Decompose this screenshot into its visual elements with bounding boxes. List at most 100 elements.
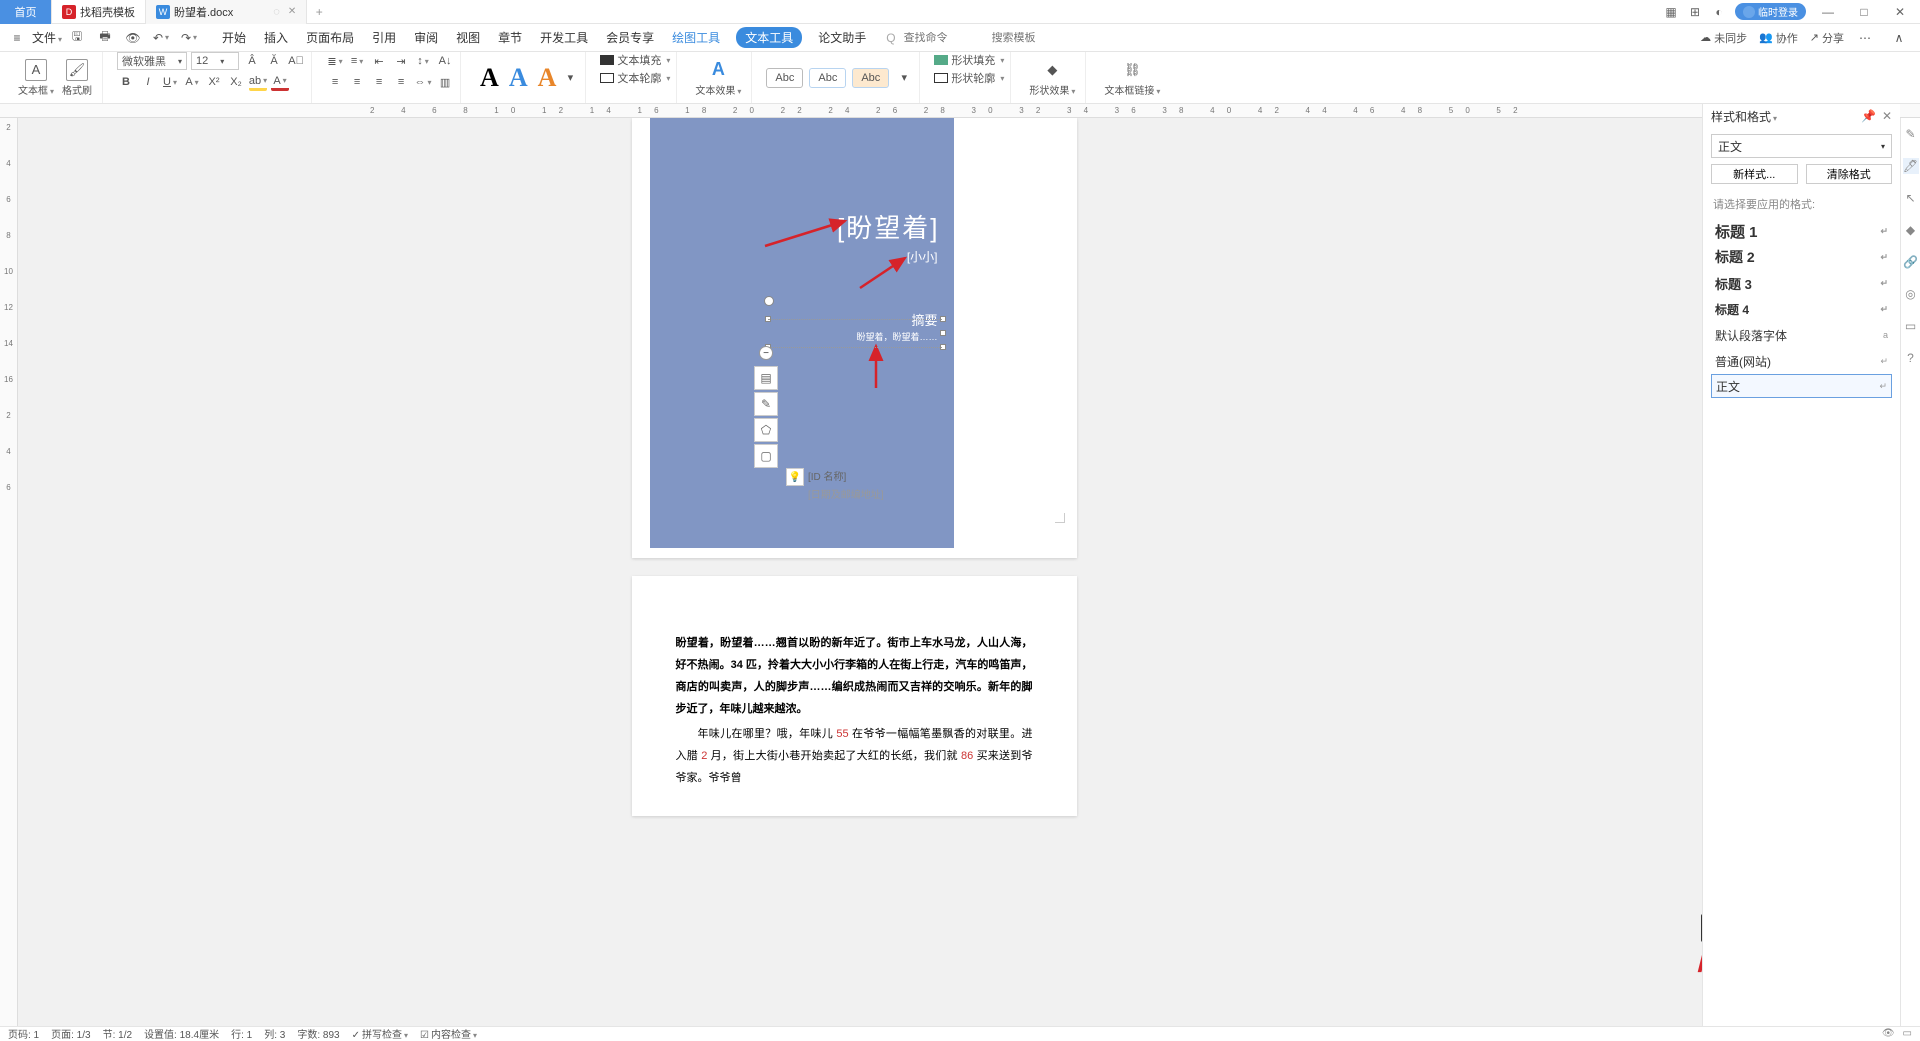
rotate-handle[interactable] — [764, 296, 774, 306]
format-painter-button[interactable]: 🖌格式刷 — [58, 59, 96, 97]
document-canvas[interactable]: [盼望着] [小小] 摘要 盼望着，盼望着…… — [18, 118, 1900, 1026]
style-default-font[interactable]: 默认段落字体a — [1711, 322, 1892, 348]
status-pageno[interactable]: 页码: 1 — [8, 1026, 39, 1041]
tab-dev[interactable]: 开发工具 — [538, 27, 590, 48]
status-section[interactable]: 节: 1/2 — [103, 1026, 132, 1041]
shape-tool-icon[interactable]: ⬠ — [754, 418, 778, 442]
font-size-select[interactable]: 12▾ — [191, 52, 239, 70]
tab-vip[interactable]: 会员专享 — [604, 27, 656, 48]
textbox-link-button[interactable]: ⛓文本框链接 — [1100, 59, 1164, 97]
style-normal-web[interactable]: 普通(网站)↵ — [1711, 348, 1892, 374]
rail-shape-icon[interactable]: ◆ — [1903, 222, 1919, 238]
status-page[interactable]: 页面: 1/3 — [51, 1026, 90, 1041]
rail-help-icon[interactable]: ? — [1903, 350, 1919, 366]
unsync-button[interactable]: ☁未同步 — [1700, 30, 1747, 46]
rail-select-icon[interactable]: 🖊 — [1903, 158, 1919, 174]
rail-link-icon[interactable]: 🔗 — [1903, 254, 1919, 270]
new-style-button[interactable]: 新样式... — [1711, 164, 1798, 184]
minimize-icon[interactable]: — — [1814, 3, 1842, 21]
line-spacing-icon[interactable]: ↕ — [414, 52, 432, 70]
shrink-font-icon[interactable]: Ă — [265, 52, 283, 70]
shape-style-1[interactable]: Abc — [766, 68, 803, 88]
grow-font-icon[interactable]: Â — [243, 52, 261, 70]
wordart-style-1[interactable]: A — [475, 63, 504, 93]
file-menu[interactable]: 文件 — [32, 29, 62, 46]
current-style-select[interactable]: 正文▾ — [1711, 134, 1892, 158]
sel-handle[interactable] — [940, 330, 946, 336]
tab-layout[interactable]: 页面布局 — [304, 27, 356, 48]
tab-reference[interactable]: 引用 — [370, 27, 398, 48]
tab-home[interactable]: 首页 — [0, 0, 52, 24]
status-words[interactable]: 字数: 893 — [297, 1026, 339, 1041]
align-right-icon[interactable]: ≡ — [370, 73, 388, 91]
more-icon[interactable]: ⋯ — [1856, 29, 1874, 47]
print-icon[interactable]: 🖶 — [96, 29, 114, 47]
login-badge[interactable]: 临时登录 — [1735, 3, 1806, 20]
text-fill-button[interactable]: 文本填充 — [600, 52, 670, 68]
redo-icon[interactable]: ↷ — [180, 29, 198, 47]
rail-style-icon[interactable]: ✎ — [1903, 126, 1919, 142]
tab-section[interactable]: 章节 — [496, 27, 524, 48]
status-contentcheck[interactable]: ☑内容检查 — [420, 1026, 477, 1041]
panel-title[interactable]: 样式和格式 — [1711, 108, 1777, 125]
style-h3[interactable]: 标题 3↵ — [1711, 270, 1892, 296]
status-spellcheck[interactable]: ✓拼写检查 — [352, 1026, 408, 1041]
style-body[interactable]: 正文↵ — [1711, 374, 1892, 398]
bulb-icon[interactable]: 💡 — [786, 468, 804, 486]
wordart-more-icon[interactable]: ▾ — [561, 69, 579, 87]
panel-close-icon[interactable]: ✕ — [1882, 109, 1892, 123]
text-outline-button[interactable]: 文本轮廓 — [600, 70, 670, 86]
subscript-icon[interactable]: X₂ — [227, 73, 245, 91]
bullet-list-icon[interactable]: ≣ — [326, 52, 344, 70]
tab-menu-icon[interactable]: ◌ — [273, 6, 280, 18]
pen-tool-icon[interactable]: ✎ — [754, 392, 778, 416]
indent-icon[interactable]: ⇥ — [392, 52, 410, 70]
close-window-icon[interactable]: ✕ — [1886, 3, 1914, 21]
undo-icon[interactable]: ↶ — [152, 29, 170, 47]
shape-style-2[interactable]: Abc — [809, 68, 846, 88]
view-layout-icon[interactable]: ▭ — [1903, 1028, 1912, 1039]
rail-location-icon[interactable]: ◎ — [1903, 286, 1919, 302]
tab-insert[interactable]: 插入 — [262, 27, 290, 48]
textbox-button[interactable]: A文本框 — [14, 59, 58, 97]
tab-templates[interactable]: D 找稻壳模板 — [52, 0, 146, 24]
align-left-icon[interactable]: ≡ — [326, 73, 344, 91]
shape-fill-button[interactable]: 形状填充 — [934, 52, 1004, 68]
tab-review[interactable]: 审阅 — [412, 27, 440, 48]
layout-tool-icon[interactable]: ▤ — [754, 366, 778, 390]
underline-icon[interactable]: U — [161, 73, 179, 91]
style-h1[interactable]: 标题 1↵ — [1711, 218, 1892, 244]
tab-view[interactable]: 视图 — [454, 27, 482, 48]
pin-icon[interactable]: 📌 — [1861, 109, 1876, 123]
align-justify-icon[interactable]: ≡ — [392, 73, 410, 91]
share-button[interactable]: ↗分享 — [1810, 30, 1844, 46]
crop-tool-icon[interactable]: ▢ — [754, 444, 778, 468]
maximize-icon[interactable]: □ — [1850, 3, 1878, 21]
tab-close-icon[interactable]: ✕ — [288, 6, 296, 17]
view-mode-icon[interactable]: 👁 — [1882, 1028, 1895, 1039]
style-h2[interactable]: 标题 2↵ — [1711, 244, 1892, 270]
apps-icon[interactable]: ⊞ — [1687, 4, 1703, 20]
clear-format-button[interactable]: 清除格式 — [1806, 164, 1893, 184]
skin-icon[interactable]: ◐ — [1711, 4, 1727, 20]
rail-book-icon[interactable]: ▭ — [1903, 318, 1919, 334]
font-color-icon[interactable]: A — [271, 73, 289, 91]
search-template-input[interactable] — [992, 32, 1072, 44]
columns-icon[interactable]: ▥ — [436, 73, 454, 91]
tab-text-tools[interactable]: 文本工具 — [736, 27, 802, 48]
preview-icon[interactable]: 👁 — [124, 29, 142, 47]
highlight-icon[interactable]: ab — [249, 73, 267, 91]
bold-icon[interactable]: B — [117, 73, 135, 91]
collapse-ribbon-icon[interactable]: ∧ — [1890, 29, 1908, 47]
shape-style-more-icon[interactable]: ▾ — [895, 69, 913, 87]
superscript-icon[interactable]: X² — [205, 73, 223, 91]
search-command-input[interactable] — [904, 32, 984, 44]
wordart-style-2[interactable]: A — [504, 63, 533, 93]
strike-icon[interactable]: A — [183, 73, 201, 91]
italic-icon[interactable]: I — [139, 73, 157, 91]
menu-icon[interactable]: ≡ — [8, 29, 26, 47]
save-icon[interactable]: 🖫 — [68, 29, 86, 47]
text-effect-button[interactable]: A文本效果 — [691, 59, 745, 97]
clear-format-icon[interactable]: A⃥ — [287, 52, 305, 70]
grid-icon[interactable]: ▦ — [1663, 4, 1679, 20]
